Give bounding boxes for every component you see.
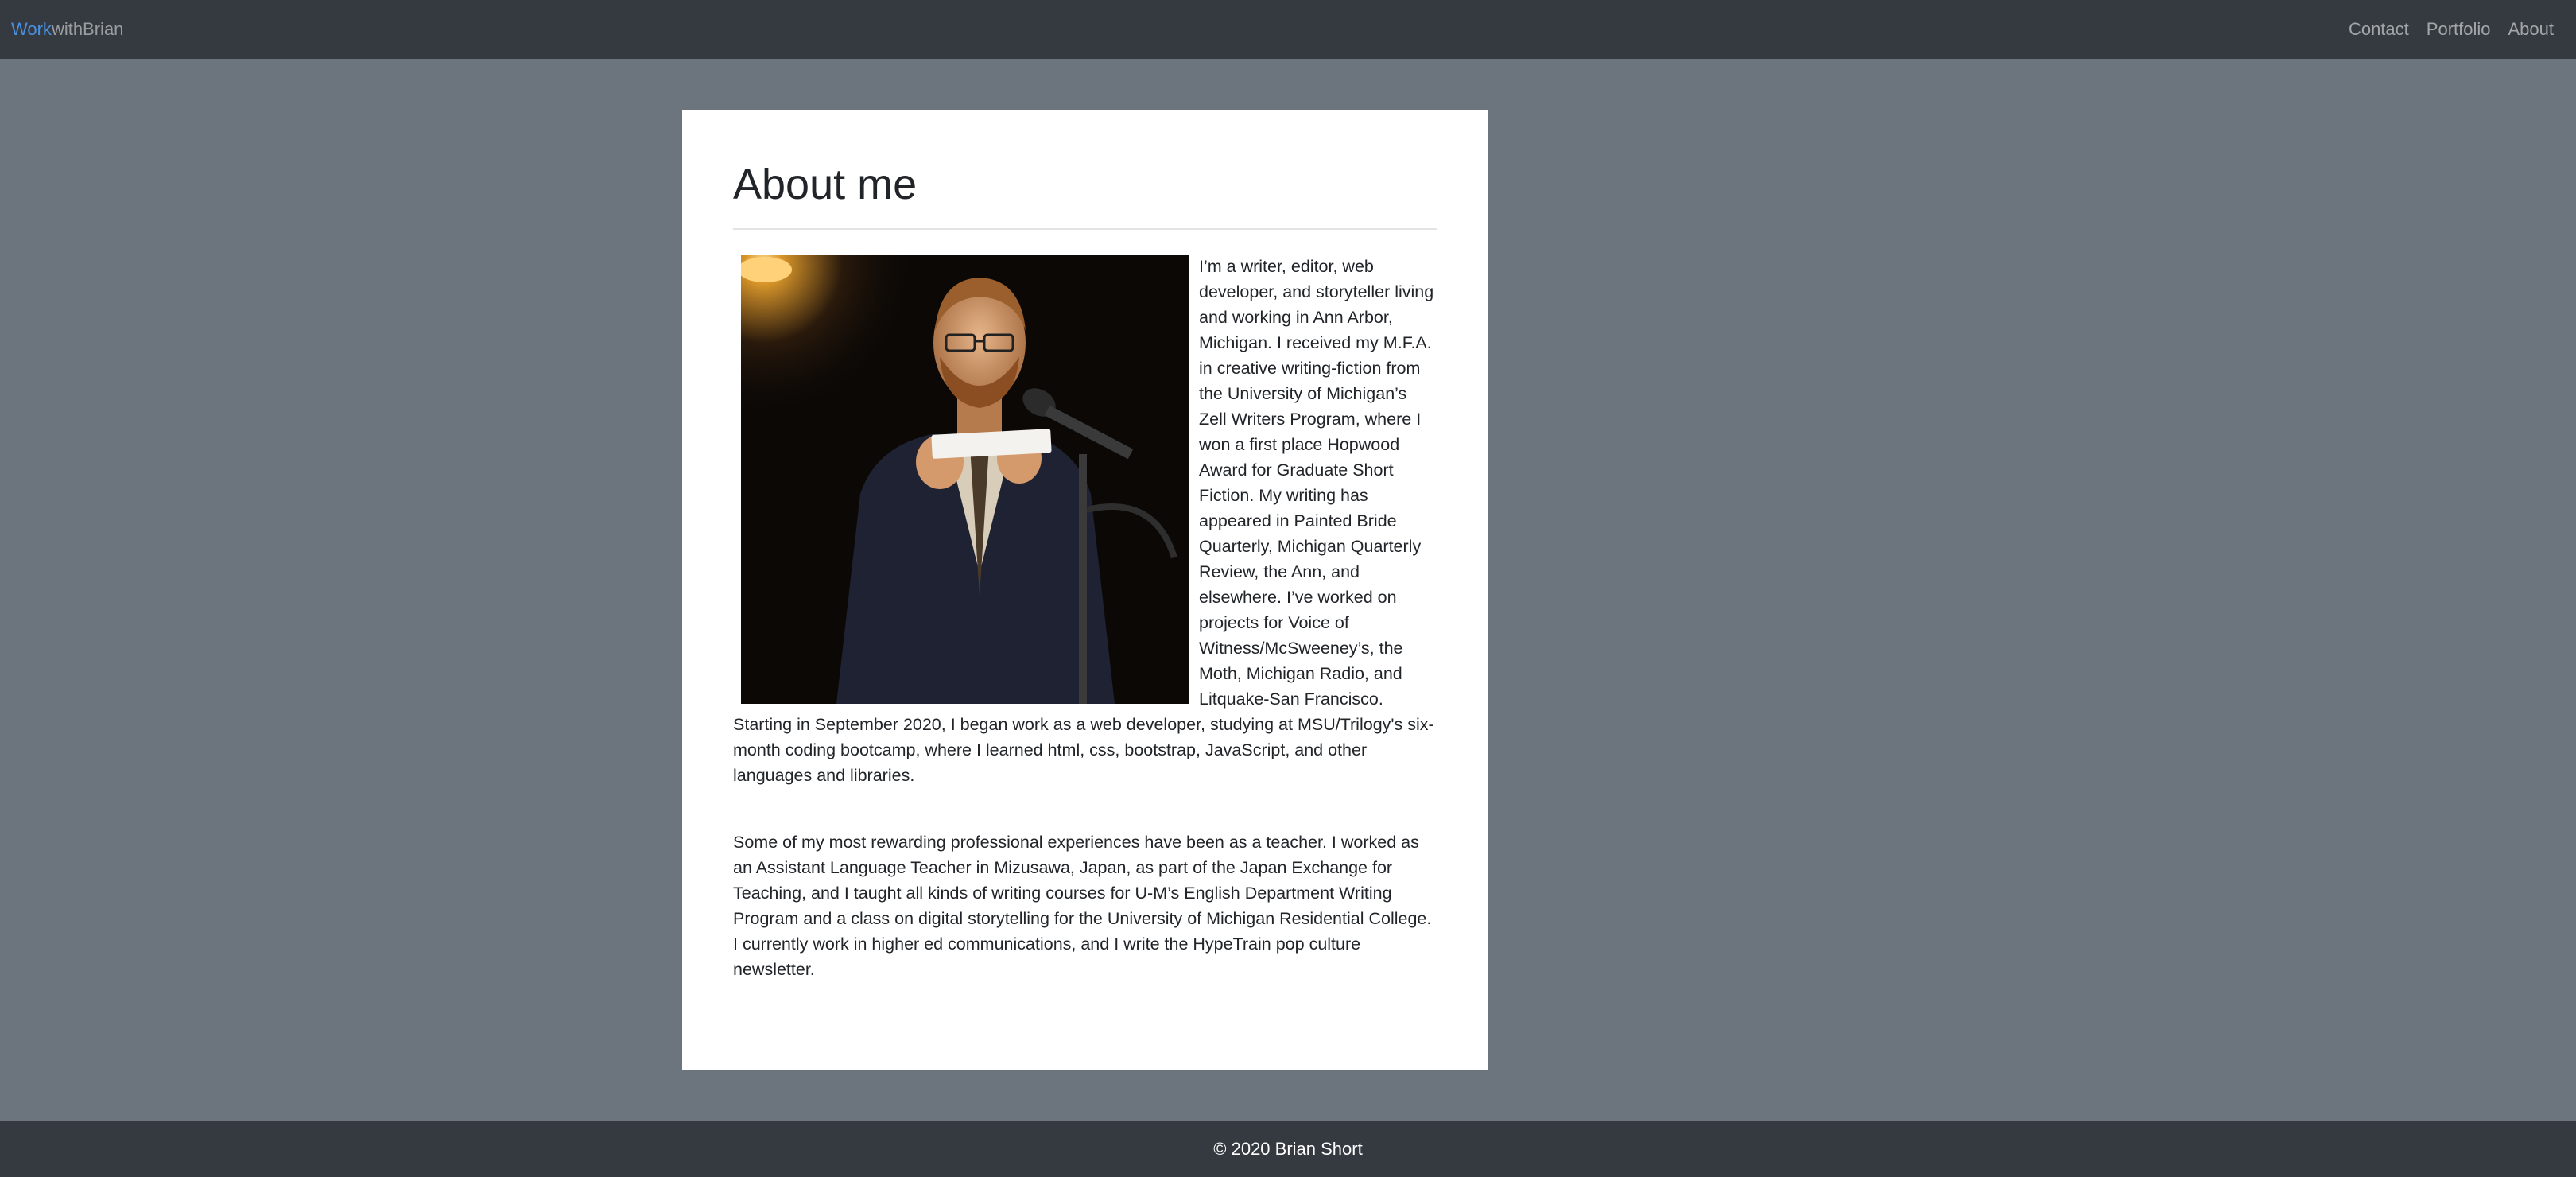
about-content: I’m a writer, editor, web developer, and… — [733, 254, 1437, 829]
footer-copyright: © 2020 Brian Short — [1213, 1139, 1363, 1159]
brand-link[interactable]: WorkwithBrian — [11, 19, 123, 40]
nav-link-about[interactable]: About — [2508, 19, 2555, 40]
nav-link-portfolio[interactable]: Portfolio — [2427, 19, 2491, 40]
footer: © 2020 Brian Short — [0, 1121, 2576, 1177]
profile-photo — [741, 254, 1189, 704]
about-paragraph-2: Some of my most rewarding professional e… — [733, 832, 1432, 979]
profile-photo-graphic — [741, 254, 1189, 704]
nav-link-contact[interactable]: Contact — [2349, 19, 2409, 40]
brand-rest-text: withBrian — [51, 19, 124, 39]
title-divider — [733, 227, 1437, 230]
page-title: About me — [733, 161, 918, 208]
about-card: About me I’m a writer, editor, web devel… — [682, 110, 1488, 1070]
nav-links: Contact Portfolio About — [2349, 19, 2554, 40]
navbar: WorkwithBrian Contact Portfolio About — [0, 0, 2576, 59]
brand-accent-text: Work — [11, 19, 52, 39]
